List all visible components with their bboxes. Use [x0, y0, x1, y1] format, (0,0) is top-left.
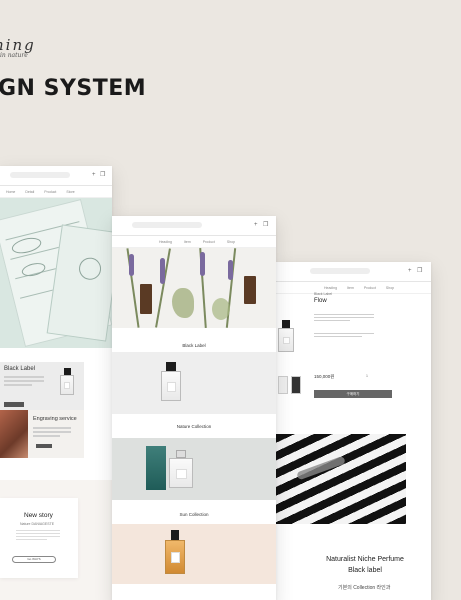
lavender-hero-image: [112, 248, 276, 328]
nature-collection-panel: [112, 438, 276, 500]
footer-subtitle: Black label: [348, 567, 382, 574]
menu-item[interactable]: Shop: [227, 240, 235, 244]
menu-item[interactable]: Heading: [159, 240, 172, 244]
menu-item[interactable]: Home: [6, 190, 15, 194]
site-menu: Heading Item Product Shop: [112, 236, 276, 248]
copy-icon[interactable]: ❐: [100, 171, 105, 179]
perfume-bottle-image: [168, 450, 194, 488]
brand-tagline: in nature: [0, 52, 28, 59]
bottle-image: [140, 284, 152, 314]
product-price: 150,000원: [314, 374, 335, 379]
menu-item[interactable]: Product: [364, 286, 376, 290]
text-placeholder: [314, 314, 374, 339]
story-card: New story Nature DANIAGESTE Go WAYS: [0, 498, 78, 578]
menu-item[interactable]: Item: [184, 240, 191, 244]
text-placeholder: [4, 376, 44, 388]
browser-topbar: + ❐: [276, 262, 431, 282]
plus-icon[interactable]: +: [254, 221, 258, 229]
engraving-card: Engraving service: [0, 410, 84, 458]
footer-title: Naturalist Niche Perfume: [326, 556, 404, 563]
quantity-stepper[interactable]: 1: [366, 374, 368, 378]
url-bar[interactable]: [10, 172, 70, 178]
section-title-black: Black Label: [182, 343, 206, 348]
menu-item[interactable]: Shop: [386, 286, 394, 290]
menu-item[interactable]: Product: [203, 240, 215, 244]
box-image: [146, 446, 166, 490]
sun-collection-panel: [112, 524, 276, 584]
engraving-photo: [0, 410, 28, 458]
menu-item[interactable]: Heading: [324, 286, 337, 290]
browser-topbar: + ❐: [0, 166, 112, 186]
copy-icon[interactable]: ❐: [417, 267, 422, 275]
text-placeholder: [33, 427, 71, 439]
text-placeholder: [16, 530, 60, 542]
story-title: New story: [24, 512, 53, 519]
black-label-title: Black Label: [4, 366, 36, 372]
mockup-window-right: + ❐ Heading Item Product Shop Black Labe…: [276, 262, 431, 600]
footer-korean-text: 기본의 Collection 라인과: [338, 585, 391, 591]
menu-item[interactable]: Item: [347, 286, 354, 290]
engraving-title: Engraving service: [33, 416, 77, 422]
thumbnail[interactable]: [278, 376, 288, 394]
perfume-bottle-image: [160, 362, 182, 401]
menu-item[interactable]: Detail: [25, 190, 34, 194]
copy-icon[interactable]: ❐: [263, 221, 268, 229]
url-bar[interactable]: [310, 268, 370, 274]
url-bar[interactable]: [132, 222, 202, 228]
menu-item[interactable]: Store: [66, 190, 74, 194]
perfume-bottle-image: [164, 530, 186, 574]
perfume-bottle-image: [60, 368, 74, 398]
thumbnail-list: [278, 376, 301, 394]
striped-photo: [276, 434, 406, 524]
engraving-button[interactable]: [36, 444, 52, 448]
menu-item[interactable]: Product: [44, 190, 56, 194]
perfume-bottle-image: [278, 320, 294, 354]
story-subtitle: Nature DANIAGESTE: [20, 522, 55, 526]
mockup-window-left: + ❐ Home Detail Product Store Black Labe…: [0, 166, 112, 600]
browser-topbar: + ❐: [112, 216, 276, 236]
hero-image: [0, 198, 112, 348]
black-label-panel: [112, 352, 276, 414]
black-label-button[interactable]: [4, 402, 24, 407]
section-title-nature: Nature Collection: [176, 424, 212, 429]
plus-icon[interactable]: +: [408, 267, 412, 275]
story-button[interactable]: Go WAYS: [12, 556, 56, 563]
product-title: Flow: [314, 298, 327, 304]
bottle-image: [244, 276, 256, 304]
mockup-window-middle: + ❐ Heading Item Product Shop Black Labe…: [112, 216, 276, 600]
hero-title: GN SYSTEM: [0, 76, 147, 101]
buy-button[interactable]: 구매하기: [314, 390, 392, 398]
product-category: Black Label: [314, 292, 333, 296]
site-menu: Heading Item Product Shop: [276, 282, 431, 294]
plus-icon[interactable]: +: [92, 171, 96, 179]
thumbnail[interactable]: [291, 376, 301, 394]
section-title-sun: Sun Collection: [179, 512, 209, 517]
site-menu: Home Detail Product Store: [0, 186, 112, 198]
